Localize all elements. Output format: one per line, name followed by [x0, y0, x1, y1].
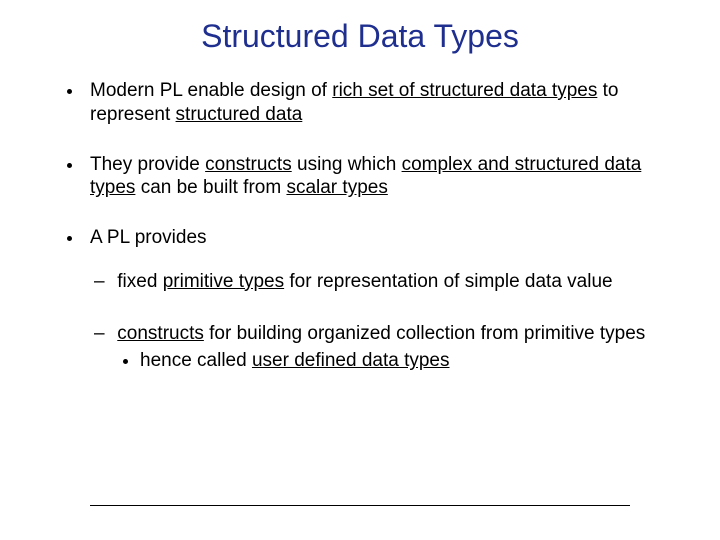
slide: Structured Data Types Modern PL enable d… — [0, 0, 720, 540]
underline: constructs — [117, 323, 204, 344]
text: A PL provides — [90, 227, 207, 248]
sub-list: fixed primitive types for representation… — [90, 270, 660, 373]
underline: constructs — [205, 154, 292, 175]
underline: user defined data types — [252, 350, 450, 371]
underline: primitive types — [163, 271, 284, 292]
text: for building organized collection from p… — [204, 323, 645, 344]
text: for representation of simple data value — [284, 271, 612, 292]
bullet-1: Modern PL enable design of rich set of s… — [84, 79, 660, 127]
bullet-2: They provide constructs using which comp… — [84, 153, 660, 201]
text: They provide — [90, 154, 205, 175]
bullet-list: Modern PL enable design of rich set of s… — [60, 79, 660, 373]
text: fixed — [117, 271, 162, 292]
text: hence called — [140, 350, 252, 371]
text: can be built from — [135, 177, 286, 198]
text: Modern PL enable design of — [90, 80, 332, 101]
text: using which — [292, 154, 402, 175]
footer-divider — [90, 505, 630, 506]
underline: scalar types — [286, 177, 387, 198]
underline: structured data — [176, 104, 303, 125]
sub-sub-list: hence called user defined data types — [112, 349, 660, 373]
sub-sub-bullet-1: hence called user defined data types — [140, 349, 660, 373]
sub-bullet-2: constructs for building organized collec… — [112, 322, 660, 374]
sub-bullet-1: fixed primitive types for representation… — [112, 270, 660, 294]
bullet-3: A PL provides fixed primitive types for … — [84, 226, 660, 373]
underline: rich set of structured data types — [332, 80, 597, 101]
slide-title: Structured Data Types — [60, 18, 660, 55]
